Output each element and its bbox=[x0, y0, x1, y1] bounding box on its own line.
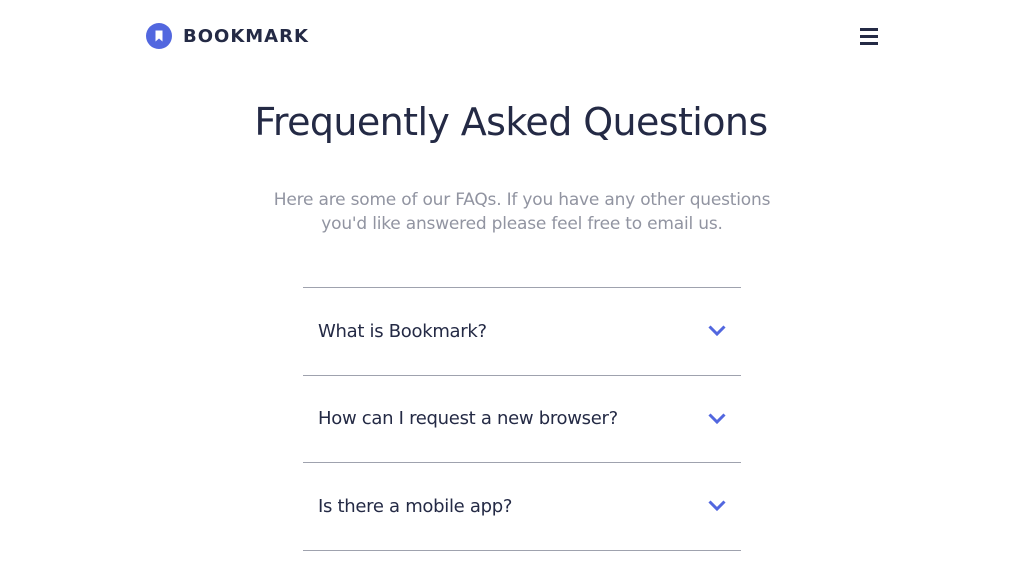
bookmark-icon bbox=[146, 23, 172, 49]
faq-question: How can I request a new browser? bbox=[318, 408, 618, 430]
chevron-down-icon[interactable] bbox=[708, 500, 726, 512]
faq-item[interactable]: Is there a mobile app? bbox=[303, 463, 741, 551]
faq-question: Is there a mobile app? bbox=[318, 495, 513, 517]
chevron-down-icon[interactable] bbox=[708, 413, 726, 425]
chevron-down-icon[interactable] bbox=[708, 325, 726, 337]
faq-list: What is Bookmark? How can I request a ne… bbox=[303, 287, 741, 551]
faq-question: What is Bookmark? bbox=[318, 320, 487, 342]
logo-link[interactable]: BOOKMARK bbox=[146, 23, 309, 49]
hamburger-menu-icon[interactable] bbox=[860, 27, 880, 45]
brand-name: BOOKMARK bbox=[183, 25, 309, 47]
faq-page: BOOKMARK Frequently Asked Questions Here… bbox=[0, 0, 1022, 569]
site-header: BOOKMARK bbox=[146, 22, 881, 50]
page-title: Frequently Asked Questions bbox=[254, 100, 768, 144]
faq-item[interactable]: How can I request a new browser? bbox=[303, 376, 741, 463]
page-intro: Here are some of our FAQs. If you have a… bbox=[273, 190, 771, 234]
faq-item[interactable]: What is Bookmark? bbox=[303, 288, 741, 376]
